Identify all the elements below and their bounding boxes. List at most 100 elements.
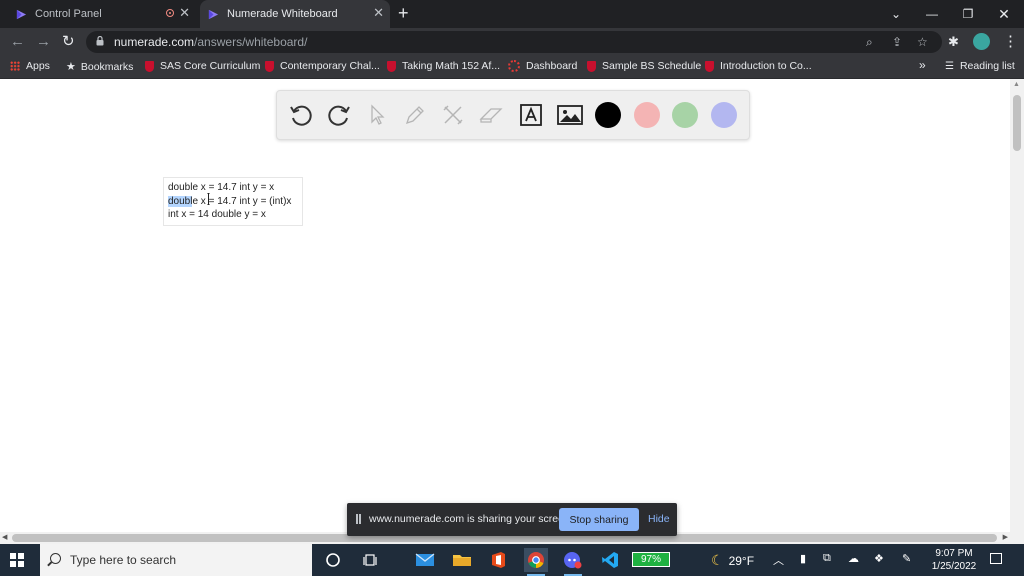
color-swatch-pink[interactable] [634, 102, 660, 128]
file-explorer-icon[interactable] [450, 548, 474, 572]
bookmarks-overflow-button[interactable]: » [919, 58, 926, 72]
cortana-icon[interactable] [321, 548, 345, 572]
text-line-2: double x = 14.7 int y = (int)x [168, 196, 291, 207]
capture-icon[interactable]: ⧉ [823, 552, 831, 565]
scroll-up-icon[interactable]: ▲ [1013, 81, 1020, 88]
bookmark-apps[interactable]: Apps [10, 60, 50, 72]
tab-label: Numerade Whiteboard [227, 8, 338, 20]
windows-start-icon[interactable] [10, 553, 24, 567]
bookmark-contemporary[interactable]: Contemporary Chal... [265, 60, 380, 72]
star-icon: ★ [66, 61, 76, 73]
clock-time: 9:07 PM [935, 548, 973, 559]
battery-indicator[interactable]: 97% [632, 552, 670, 567]
reload-button[interactable]: ↻ [62, 33, 75, 51]
vscode-icon[interactable] [598, 548, 622, 572]
bookmark-bookmarks[interactable]: ★ Bookmarks [66, 60, 134, 74]
dashboard-icon [508, 60, 520, 72]
tab-label: Control Panel [35, 8, 102, 20]
reading-list-label: Reading list [959, 60, 1015, 72]
bookmark-star-icon[interactable]: ☆ [917, 35, 928, 49]
apps-grid-icon [10, 61, 20, 71]
close-tab-icon[interactable]: ✕ [373, 6, 384, 20]
bookmark-label: Bookmarks [80, 60, 134, 73]
extensions-icon[interactable]: ✱ [948, 33, 959, 51]
redo-icon[interactable] [325, 101, 353, 129]
pen-tray-icon[interactable]: ✎ [902, 552, 911, 565]
new-tab-button[interactable]: + [398, 3, 409, 23]
notification-center-icon[interactable] [990, 553, 1002, 564]
bookmark-label: Sample BS Schedule [602, 60, 702, 72]
temperature-label: 29°F [728, 553, 755, 568]
clock-date: 1/25/2022 [931, 561, 977, 572]
numerade-logo-icon [208, 9, 219, 19]
tools-icon[interactable] [439, 101, 467, 129]
mail-icon[interactable] [413, 548, 437, 572]
drag-handle-icon[interactable] [356, 514, 361, 524]
tab-control-panel[interactable]: Control Panel ✕ [6, 0, 196, 28]
text-icon[interactable] [517, 101, 545, 129]
zoom-icon[interactable]: ⌕ [866, 35, 873, 50]
rutgers-shield-icon [587, 60, 596, 72]
tab-search-icon[interactable]: ⌄ [878, 0, 914, 28]
minimize-button[interactable]: — [914, 0, 950, 28]
dropbox-icon[interactable]: ❖ [874, 552, 884, 565]
search-icon [50, 553, 61, 564]
bookmark-label: SAS Core Curriculum [160, 60, 261, 72]
microphone-icon[interactable]: ▮ [800, 552, 806, 565]
reading-list-button[interactable]: ☰ Reading list [945, 60, 1015, 72]
moon-icon: ☾ [711, 552, 724, 568]
rutgers-shield-icon [145, 60, 154, 72]
whiteboard-canvas[interactable] [0, 79, 1010, 532]
scroll-thumb[interactable] [1013, 95, 1021, 151]
bookmark-dashboard[interactable]: Dashboard [508, 60, 577, 72]
close-tab-icon[interactable]: ✕ [179, 6, 190, 20]
eraser-icon[interactable] [477, 101, 505, 129]
restore-button[interactable]: ❐ [950, 0, 986, 28]
bookmark-taking-math[interactable]: Taking Math 152 Af... [387, 60, 500, 72]
vertical-scrollbar[interactable]: ▲ [1010, 79, 1024, 532]
back-button[interactable]: ← [10, 33, 25, 51]
system-clock[interactable]: 9:07 PM 1/25/2022 [928, 547, 980, 573]
browser-menu-icon[interactable]: ⋮ [1003, 33, 1018, 51]
whiteboard-text-box[interactable]: double x = 14.7 int y = x double x = 14.… [163, 177, 303, 226]
tray-overflow-icon[interactable]: ︿ [773, 552, 784, 568]
color-swatch-lavender[interactable] [711, 102, 737, 128]
stop-sharing-button[interactable]: Stop sharing [559, 508, 639, 531]
hide-button[interactable]: Hide [648, 513, 670, 525]
cloud-sync-icon[interactable]: ☁ [848, 552, 859, 565]
color-swatch-black[interactable] [595, 102, 621, 128]
bookmark-sas-core[interactable]: SAS Core Curriculum [145, 60, 260, 72]
weather-widget[interactable]: ☾ 29°F [711, 552, 754, 569]
address-bar[interactable]: numerade.com/answers/whiteboard/ ⌕ ⇪ ☆ [86, 31, 942, 53]
office-icon[interactable] [486, 548, 510, 572]
discord-icon[interactable] [561, 548, 585, 576]
close-window-button[interactable]: ✕ [986, 0, 1022, 28]
forward-button[interactable]: → [36, 33, 51, 51]
url-text: numerade.com/answers/whiteboard/ [114, 35, 308, 49]
undo-icon[interactable] [287, 101, 315, 129]
bookmark-label: Apps [26, 60, 50, 72]
color-swatch-green[interactable] [672, 102, 698, 128]
bookmark-sample-bs[interactable]: Sample BS Schedule [587, 60, 701, 72]
scroll-right-icon[interactable]: ▶ [1003, 533, 1008, 541]
scroll-left-icon[interactable]: ◀ [2, 533, 7, 541]
chrome-icon[interactable] [524, 548, 548, 576]
rutgers-shield-icon [387, 60, 396, 72]
task-view-icon[interactable] [359, 548, 383, 572]
text-cursor-icon [207, 193, 210, 205]
recording-icon [166, 9, 174, 17]
bookmark-label: Dashboard [526, 60, 578, 72]
reading-list-icon: ☰ [945, 60, 954, 72]
selected-text: doubl [168, 196, 193, 207]
bookmarks-bar: Apps ★ Bookmarks SAS Core Curriculum Cont… [0, 56, 1024, 79]
browser-toolbar: ← → ↻ numerade.com/answers/whiteboard/ ⌕… [0, 28, 1024, 56]
pointer-icon[interactable] [363, 101, 391, 129]
share-icon[interactable]: ⇪ [892, 35, 902, 49]
profile-avatar[interactable] [973, 33, 990, 50]
pen-icon[interactable] [401, 101, 429, 129]
image-icon[interactable] [556, 101, 584, 129]
tab-numerade-whiteboard[interactable]: Numerade Whiteboard ✕ [200, 0, 390, 28]
taskbar-search[interactable]: Type here to search [40, 544, 312, 576]
bookmark-intro[interactable]: Introduction to Co... [705, 60, 812, 72]
bookmark-label: Introduction to Co... [720, 60, 812, 72]
